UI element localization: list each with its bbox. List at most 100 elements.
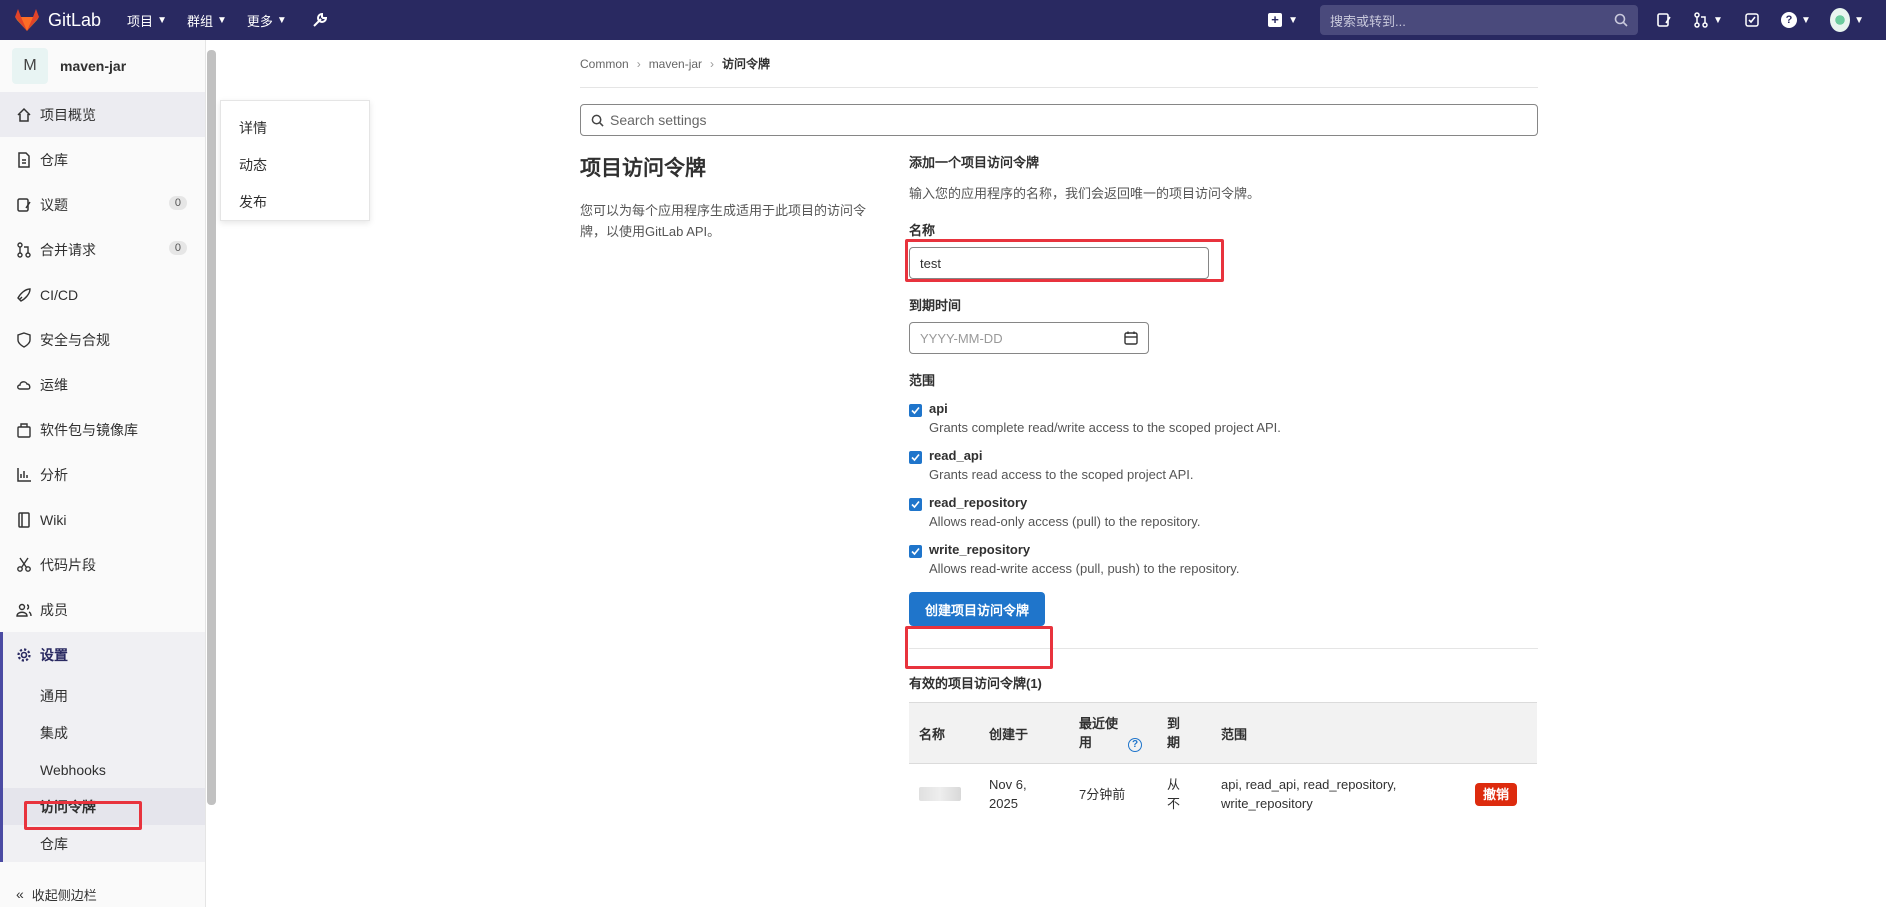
- sidebar-item-members[interactable]: 成员: [0, 587, 205, 632]
- merge-requests-top-icon[interactable]: ▼: [1692, 10, 1724, 30]
- expiry-date-input[interactable]: YYYY-MM-DD: [909, 322, 1149, 354]
- sidebar-item-label: 安全与合规: [40, 331, 110, 348]
- token-scopes-cell: api, read_api, read_repository, write_re…: [1221, 777, 1397, 812]
- user-menu[interactable]: ▼: [1830, 8, 1864, 32]
- sidebar-item-issues[interactable]: 议题 0: [0, 182, 205, 227]
- gitlab-logo-icon: [15, 9, 39, 31]
- sidebar-subitem-webhooks[interactable]: Webhooks: [3, 751, 205, 788]
- sidebar-item-security[interactable]: 安全与合规: [0, 317, 205, 362]
- sidebar-item-label: 议题: [40, 196, 68, 213]
- help-circle-icon[interactable]: ?: [1128, 737, 1142, 752]
- sidebar-item-overview[interactable]: 项目概览: [0, 92, 205, 137]
- gitlab-home-link[interactable]: GitLab: [14, 8, 101, 32]
- more-menu[interactable]: 更多 ▼: [247, 11, 287, 30]
- column-header-name: 名称: [909, 702, 979, 764]
- column-header-expires: 到期: [1157, 702, 1211, 764]
- issues-icon: [17, 197, 31, 212]
- project-name: maven-jar: [60, 58, 127, 74]
- expiry-placeholder: YYYY-MM-DD: [920, 330, 1003, 346]
- calendar-icon: [1124, 331, 1138, 345]
- sidebar-project-header[interactable]: M maven-jar: [0, 40, 205, 92]
- scope-name: read_api: [929, 448, 983, 463]
- sidebar-item-operations[interactable]: 运维: [0, 362, 205, 407]
- chevron-right-icon: ›: [710, 56, 715, 71]
- search-placeholder: 搜索或转到...: [1330, 13, 1406, 29]
- todos-top-icon[interactable]: [1742, 10, 1762, 30]
- search-icon: [591, 114, 604, 127]
- sidebar-item-merge-requests[interactable]: 合并请求 0: [0, 227, 205, 272]
- scope-write-repository: write_repository Allows read-write acces…: [909, 542, 1538, 576]
- merge-requests-count-badge: 0: [168, 241, 187, 255]
- form-heading: 添加一个项目访问令牌: [909, 155, 1040, 170]
- token-expires: 从不: [1167, 777, 1181, 812]
- flyout-item-details[interactable]: 详情: [221, 109, 369, 146]
- book-icon: [18, 511, 30, 528]
- top-nav-menu: 项目 ▼ 群组 ▼ 更多 ▼: [127, 11, 329, 30]
- admin-wrench-icon[interactable]: [311, 11, 329, 29]
- scope-name: api: [929, 401, 948, 416]
- chevron-right-icon: ›: [636, 56, 641, 71]
- token-created-cell: Nov 6, 2025: [979, 764, 1069, 825]
- settings-search-placeholder: Search settings: [610, 112, 707, 128]
- chevron-down-icon: ▼: [276, 14, 287, 26]
- expires-label: 到期: [1167, 716, 1181, 750]
- scope-write-repository-checkbox[interactable]: [909, 545, 922, 558]
- column-header-actions: [1465, 702, 1537, 764]
- help-top-icon[interactable]: ? ▼: [1780, 10, 1812, 30]
- issues-top-icon[interactable]: [1654, 10, 1674, 30]
- sidebar-subitem-general[interactable]: 通用: [3, 677, 205, 714]
- breadcrumb-item[interactable]: maven-jar: [649, 57, 702, 71]
- sidebar-item-cicd[interactable]: CI/CD: [0, 272, 205, 317]
- sidebar-item-snippets[interactable]: 代码片段: [0, 542, 205, 587]
- breadcrumb: Common › maven-jar › 访问令牌: [580, 40, 1538, 88]
- scope-name: write_repository: [929, 542, 1031, 557]
- flyout-item-activity[interactable]: 动态: [221, 146, 369, 183]
- settings-search-input[interactable]: Search settings: [580, 104, 1538, 136]
- plus-square-icon: +: [1268, 13, 1283, 27]
- help-icon: ?: [1781, 12, 1798, 28]
- scopes-label: 范围: [909, 373, 936, 388]
- breadcrumb-item[interactable]: Common: [580, 57, 629, 71]
- search-icon: [1614, 13, 1628, 27]
- active-tokens-table: 名称 创建于 最近使用? 到期 范围 Nov 6, 2025 7分钟前 从不 a…: [909, 702, 1537, 825]
- rocket-icon: [17, 287, 31, 302]
- merge-request-icon: [1694, 12, 1708, 28]
- sidebar-item-label: Wiki: [40, 511, 67, 528]
- issues-icon: [1657, 13, 1671, 27]
- sidebar-item-settings[interactable]: 设置: [3, 632, 205, 677]
- name-label: 名称: [909, 223, 936, 238]
- token-action-cell: 撤销: [1465, 764, 1537, 825]
- sidebar-scrollbar[interactable]: [207, 50, 216, 805]
- form-description: 输入您的应用程序的名称，我们会返回唯一的项目访问令牌。: [909, 186, 1261, 201]
- scope-api-checkbox[interactable]: [909, 404, 922, 417]
- scope-read-api-checkbox[interactable]: [909, 451, 922, 464]
- cloud-icon: [17, 380, 31, 390]
- sidebar-item-label: 代码片段: [40, 556, 96, 573]
- projects-menu-label: 项目: [127, 13, 154, 29]
- groups-menu[interactable]: 群组 ▼: [187, 11, 227, 30]
- sidebar-item-wiki[interactable]: Wiki: [0, 497, 205, 542]
- sidebar-subitem-repository[interactable]: 仓库: [3, 825, 205, 862]
- create-token-button[interactable]: 创建项目访问令牌: [909, 592, 1045, 626]
- projects-menu[interactable]: 项目 ▼: [127, 11, 167, 30]
- sidebar-item-analytics[interactable]: 分析: [0, 452, 205, 497]
- section-description: 您可以为每个应用程序生成适用于此项目的访问令牌，以使用GitLab API。: [580, 203, 867, 239]
- flyout-item-releases[interactable]: 发布: [221, 183, 369, 220]
- revoke-button[interactable]: 撤销: [1475, 782, 1518, 806]
- global-search-input[interactable]: 搜索或转到...: [1320, 5, 1638, 35]
- todo-check-icon: [1745, 13, 1759, 27]
- sidebar-subitem-integrations[interactable]: 集成: [3, 714, 205, 751]
- collapse-sidebar-button[interactable]: « 收起侧边栏: [0, 881, 206, 907]
- sidebar-item-packages[interactable]: 软件包与镜像库: [0, 407, 205, 452]
- users-icon: [16, 603, 32, 617]
- scope-description: Allows read-only access (pull) to the re…: [929, 514, 1201, 529]
- chevron-down-icon: ▼: [1288, 14, 1298, 26]
- scope-read-repository-checkbox[interactable]: [909, 498, 922, 511]
- new-item-dropdown[interactable]: + ▼: [1268, 13, 1298, 27]
- breadcrumb-current[interactable]: 访问令牌: [722, 55, 770, 72]
- sidebar-item-repository[interactable]: 仓库: [0, 137, 205, 182]
- check-icon: [911, 500, 920, 509]
- scope-api: api Grants complete read/write access to…: [909, 401, 1538, 435]
- issues-count-badge: 0: [168, 196, 187, 210]
- main-content: Common › maven-jar › 访问令牌 Search setting…: [580, 40, 1538, 811]
